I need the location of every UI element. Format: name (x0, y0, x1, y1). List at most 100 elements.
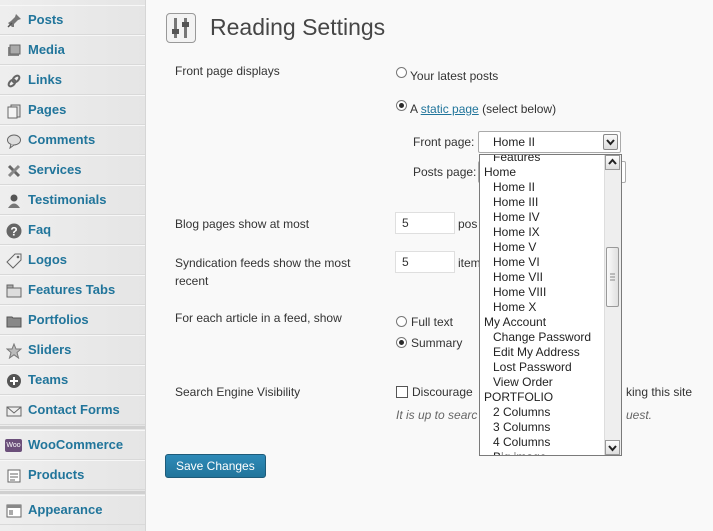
sidebar-item-services[interactable]: Services (0, 155, 145, 185)
posts-page-select-label: Posts page: (413, 165, 477, 179)
question-icon: ? (5, 222, 22, 239)
summary-label[interactable]: Summary (411, 334, 462, 352)
sidebar-item-teams[interactable]: Teams (0, 365, 145, 395)
dropdown-option[interactable]: 2 Columns (480, 405, 606, 420)
sidebar-item-features-tabs[interactable]: Features Tabs (0, 275, 145, 305)
dropdown-scrollbar[interactable] (604, 155, 621, 455)
sidebar-item-pages[interactable]: Pages (0, 95, 145, 125)
front-page-displays-label: Front page displays (175, 64, 280, 78)
search-engine-note: It is up to searc (396, 408, 478, 422)
discourage-search-checkbox[interactable] (396, 386, 408, 398)
static-page-prefix: A (410, 102, 421, 116)
sidebar-item-label: Pages (28, 102, 67, 117)
sidebar-item-portfolios[interactable]: Portfolios (0, 305, 145, 335)
settings-sliders-icon (166, 13, 196, 43)
menu-separator (0, 491, 145, 494)
latest-posts-radio[interactable] (396, 67, 407, 78)
scrollbar-thumb[interactable] (606, 247, 619, 307)
main-content: Reading Settings Front page displays You… (146, 0, 713, 531)
sidebar-item-label: Features Tabs (28, 282, 116, 297)
feed-article-label: For each article in a feed, show (175, 311, 342, 325)
blog-pages-label: Blog pages show at most (175, 217, 310, 231)
dropdown-options: Features Home Home II Home III Home IV Home I… (480, 155, 606, 455)
static-page-link[interactable]: static page (421, 102, 479, 116)
sidebar-item-links[interactable]: Links (0, 65, 145, 95)
scroll-down-icon[interactable] (605, 440, 620, 455)
syndication-label-line2: recent (175, 274, 209, 288)
woo-icon: Woo (5, 437, 22, 454)
menu-separator (0, 426, 145, 429)
dropdown-option[interactable]: Home IV (480, 210, 606, 225)
sidebar-item-label: Teams (28, 372, 69, 387)
pages-icon (5, 102, 22, 119)
sidebar-item-woocommerce[interactable]: Woo WooCommerce (0, 430, 145, 460)
dropdown-option[interactable]: 3 Columns (480, 420, 606, 435)
front-page-dropdown-list[interactable]: Features Home Home II Home III Home IV Home I… (479, 154, 622, 456)
sidebar-item-contact-forms[interactable]: Contact Forms (0, 395, 145, 425)
front-page-select[interactable]: Home II (478, 131, 621, 153)
sidebar-item-media[interactable]: Media (0, 35, 145, 65)
search-engine-note-tail: uest. (626, 408, 653, 422)
sidebar-item-label: Media (28, 42, 65, 57)
tools-icon (5, 162, 22, 179)
dropdown-option[interactable]: My Account (480, 315, 606, 330)
syndication-input[interactable]: 5 (395, 251, 455, 273)
dropdown-option[interactable]: View Order (480, 375, 606, 390)
dropdown-option[interactable]: 4 Columns (480, 435, 606, 450)
static-page-radio[interactable] (396, 100, 407, 111)
products-icon (5, 467, 22, 484)
syndication-label-line1: Syndication feeds show the most (175, 256, 351, 270)
dropdown-option[interactable]: Home X (480, 300, 606, 315)
save-changes-button[interactable]: Save Changes (165, 454, 266, 478)
sidebar-item-products[interactable]: Products (0, 460, 145, 490)
star-icon (5, 342, 22, 359)
full-text-radio[interactable] (396, 316, 407, 327)
static-page-suffix: (select below) (478, 102, 557, 116)
sidebar-item-posts[interactable]: Posts (0, 5, 145, 35)
sidebar-item-sliders[interactable]: Sliders (0, 335, 145, 365)
scroll-up-icon[interactable] (605, 155, 620, 170)
dropdown-option[interactable]: Home (480, 165, 606, 180)
sidebar-item-faq[interactable]: ? Faq (0, 215, 145, 245)
dropdown-option[interactable]: Edit My Address (480, 345, 606, 360)
appearance-icon (5, 502, 22, 519)
discourage-search-label[interactable]: Discourage (412, 383, 473, 401)
dropdown-option[interactable]: Home VII (480, 270, 606, 285)
dropdown-option[interactable]: Change Password (480, 330, 606, 345)
latest-posts-label[interactable]: Your latest posts (410, 67, 498, 85)
sidebar-item-label: Testimonials (28, 192, 107, 207)
dropdown-option[interactable]: Home III (480, 195, 606, 210)
dropdown-option[interactable]: Home II (480, 180, 606, 195)
dropdown-option[interactable]: Big image (480, 450, 606, 455)
dropdown-option[interactable]: Lost Password (480, 360, 606, 375)
sidebar-item-testimonials[interactable]: Testimonials (0, 185, 145, 215)
sidebar-item-appearance[interactable]: Appearance (0, 495, 145, 525)
discourage-search-label-tail: king this site (626, 385, 693, 399)
page-title: Reading Settings (210, 14, 386, 40)
summary-radio[interactable] (396, 337, 407, 348)
tabs-icon (5, 282, 22, 299)
syndication-unit: item (458, 256, 481, 270)
folder-icon (5, 312, 22, 329)
blog-pages-input[interactable]: 5 (395, 212, 455, 234)
sidebar-item-label: Posts (28, 12, 64, 27)
static-page-option-label: A static page (select below) (410, 100, 556, 118)
svg-text:?: ? (10, 224, 17, 238)
full-text-label[interactable]: Full text (411, 313, 453, 331)
sidebar-item-label: Appearance (28, 502, 103, 517)
plus-circle-icon (5, 372, 22, 389)
sidebar-item-label: Sliders (28, 342, 72, 357)
search-engine-label: Search Engine Visibility (175, 385, 301, 399)
front-page-select-label: Front page: (413, 135, 475, 149)
dropdown-option[interactable]: Home IX (480, 225, 606, 240)
sidebar-item-comments[interactable]: Comments (0, 125, 145, 155)
dropdown-option[interactable]: Features (480, 155, 606, 165)
dropdown-option[interactable]: Home VI (480, 255, 606, 270)
dropdown-option[interactable]: PORTFOLIO (480, 390, 606, 405)
woo-badge: Woo (5, 439, 22, 452)
chevron-down-icon[interactable] (603, 134, 618, 150)
dropdown-option[interactable]: Home VIII (480, 285, 606, 300)
sidebar-item-logos[interactable]: Logos (0, 245, 145, 275)
blog-pages-unit: pos (458, 217, 478, 231)
dropdown-option[interactable]: Home V (480, 240, 606, 255)
